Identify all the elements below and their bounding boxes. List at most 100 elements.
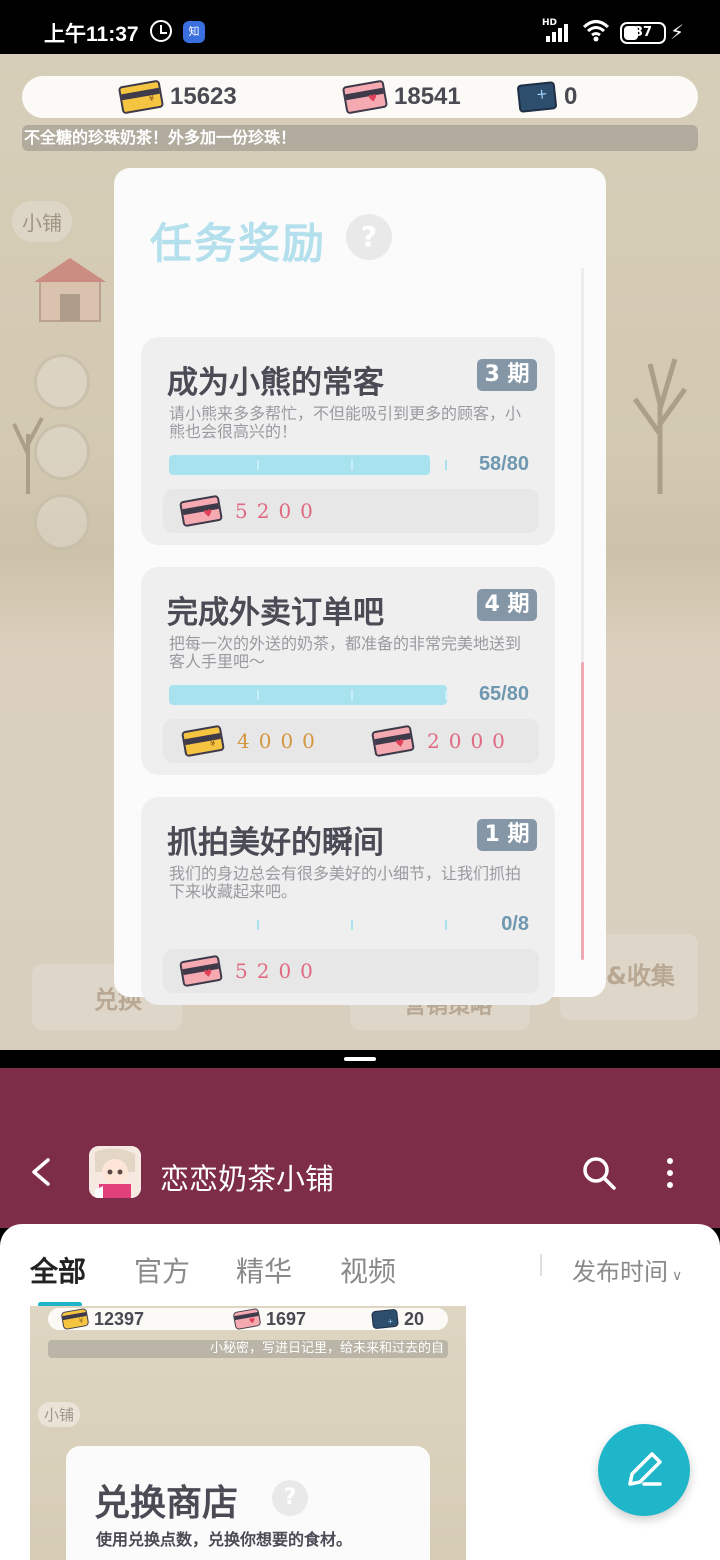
pink-currency: 18541 <box>341 79 461 115</box>
wifi-icon <box>582 20 610 42</box>
blue-currency: 20 <box>371 1308 425 1330</box>
tab-video[interactable]: 视频 <box>340 1250 396 1290</box>
battery-level: 37 <box>633 25 653 40</box>
progress-tick <box>445 690 447 700</box>
task-progress-text: 0/8 <box>501 913 529 935</box>
reward-item: 5200 <box>179 494 322 528</box>
progress-tick <box>257 460 259 470</box>
task-progress-text: 58/80 <box>478 453 529 475</box>
task-description: 我们的身边总会有很多美好的小细节，让我们抓拍下来收藏起来吧。 <box>169 864 522 901</box>
task-card[interactable]: 完成外卖订单吧 4 期 把每一次的外送的奶茶，都准备的非常完美地送到客人手里吧～… <box>141 567 555 775</box>
scrollbar-thumb[interactable] <box>581 662 584 960</box>
task-title: 抓拍美好的瞬间 <box>167 825 384 861</box>
tab-featured[interactable]: 精华 <box>236 1250 292 1290</box>
gold-currency: 12397 <box>60 1307 145 1331</box>
help-icon: ? <box>272 1480 308 1516</box>
shop-tag: 小铺 <box>38 1402 81 1427</box>
reward-row: 5200 <box>163 949 539 993</box>
thumbnail-description: 使用兑换点数，兑换你想要的食材。 <box>96 1530 353 1549</box>
task-description: 把每一次的外送的奶茶，都准备的非常完美地送到客人手里吧～ <box>169 634 522 671</box>
progress-tick <box>257 690 259 700</box>
reward-item: 4000 <box>181 724 324 758</box>
thumbnail-panel: 兑换商店 ? 使用兑换点数，兑换你想要的食材。 <box>66 1446 430 1560</box>
reward-amount: 4000 <box>237 729 324 753</box>
reward-amount: 5200 <box>235 959 322 983</box>
blue-amount: 0 <box>564 83 578 110</box>
alarm-icon <box>150 20 172 42</box>
task-description: 请小熊来多多帮忙，不但能吸引到更多的顾客，小熊也会很高兴的！ <box>169 404 522 441</box>
thumbnail-ticker: 小秘密，写进日记里，给未来和过去的自 <box>48 1340 448 1358</box>
gold-currency: 15623 <box>117 79 237 115</box>
gold-amount: 12397 <box>94 1308 145 1329</box>
charging-icon: ⚡ <box>670 20 685 44</box>
app-logo-icon <box>89 1146 141 1198</box>
progress-tick <box>351 690 353 700</box>
progress-tick <box>257 920 259 930</box>
task-title: 成为小熊的常客 <box>167 365 384 401</box>
sort-dropdown[interactable]: 发布时间 ∨ <box>572 1252 682 1287</box>
pink-amount: 1697 <box>266 1308 307 1329</box>
progress-fill <box>169 455 431 475</box>
progress-tick <box>445 920 447 930</box>
task-progress-bar <box>169 915 447 935</box>
reward-amount: 5200 <box>235 499 322 523</box>
notification-app-icon: 知 <box>183 21 205 43</box>
task-card[interactable]: 成为小熊的常客 3 期 请小熊来多多帮忙，不但能吸引到更多的顾客，小熊也会很高兴… <box>141 337 555 545</box>
task-period-badge: 4 期 <box>477 589 537 621</box>
pink-currency: 1697 <box>232 1307 307 1331</box>
back-arrow-icon[interactable] <box>28 1158 56 1186</box>
news-ticker: 不全糖的珍珠奶茶！外多加一份珍珠！ <box>22 125 698 151</box>
pink-card-icon <box>179 954 223 988</box>
tab-all[interactable]: 全部 <box>30 1250 86 1290</box>
task-period-badge: 3 期 <box>477 359 537 391</box>
status-time: 上午11:37 <box>44 23 139 46</box>
reward-amount: 2000 <box>427 729 514 753</box>
panel-title: 任务奖励 <box>150 219 327 268</box>
progress-fill <box>169 685 447 705</box>
gold-card-icon <box>181 724 225 758</box>
reward-row: 4000 2000 <box>163 719 539 763</box>
help-icon[interactable]: ? <box>346 214 392 260</box>
progress-tick <box>351 460 353 470</box>
reward-item: 5200 <box>179 954 322 988</box>
battery-icon: 37 <box>620 22 666 44</box>
compose-button[interactable] <box>598 1424 690 1516</box>
split-screen-divider[interactable] <box>0 1050 720 1068</box>
task-card[interactable]: 抓拍美好的瞬间 1 期 我们的身边总会有很多美好的小细节，让我们抓拍下来收藏起来… <box>141 797 555 1005</box>
forum-header: 恋恋奶茶小铺 <box>0 1068 720 1228</box>
search-icon[interactable] <box>582 1156 616 1190</box>
thumbnail-currency-bar: 12397 1697 20 <box>48 1307 448 1331</box>
task-title: 完成外卖订单吧 <box>167 595 384 631</box>
reward-row: 5200 <box>163 489 539 533</box>
divider-handle[interactable] <box>344 1057 376 1061</box>
reward-item: 2000 <box>371 724 514 758</box>
game-window: 小铺 兑换 营销策略 &收集 15623 18541 0 不全糖的珍珠奶茶！外多… <box>0 54 720 1050</box>
blue-amount: 20 <box>404 1308 425 1329</box>
task-reward-panel: 任务奖励 ? 成为小熊的常客 3 期 请小熊来多多帮忙，不但能吸引到更多的顾客，… <box>114 168 606 1005</box>
pink-card-icon <box>179 494 223 528</box>
pink-card-icon <box>371 724 415 758</box>
app-avatar[interactable] <box>89 1146 141 1198</box>
tab-separator <box>540 1254 542 1276</box>
status-bar: 上午11:37 知 HD 37 ⚡ <box>0 0 720 54</box>
sort-label: 发布时间 <box>572 1258 668 1286</box>
task-progress-text: 65/80 <box>478 683 529 705</box>
task-progress-bar <box>169 455 447 475</box>
pink-card-icon <box>341 79 389 115</box>
post-thumbnail[interactable]: 12397 1697 20 小秘密，写进日记里，给未来和过去的自 小铺 兑换商店… <box>30 1306 466 1560</box>
pink-card-icon <box>232 1307 262 1331</box>
gold-amount: 15623 <box>170 83 237 110</box>
blue-currency: 0 <box>516 79 578 115</box>
progress-tick <box>445 460 447 470</box>
gold-card-icon <box>60 1307 90 1331</box>
progress-tick <box>351 920 353 930</box>
tab-official[interactable]: 官方 <box>134 1250 190 1290</box>
pink-amount: 18541 <box>394 83 461 110</box>
blue-card-icon <box>371 1308 399 1330</box>
task-period-badge: 1 期 <box>477 819 537 851</box>
thumbnail-title: 兑换商店 <box>94 1483 239 1524</box>
currency-bar: 15623 18541 0 <box>22 76 698 118</box>
task-progress-bar <box>169 685 447 705</box>
chevron-down-icon: ∨ <box>672 1268 683 1284</box>
more-options-icon[interactable] <box>660 1156 680 1190</box>
